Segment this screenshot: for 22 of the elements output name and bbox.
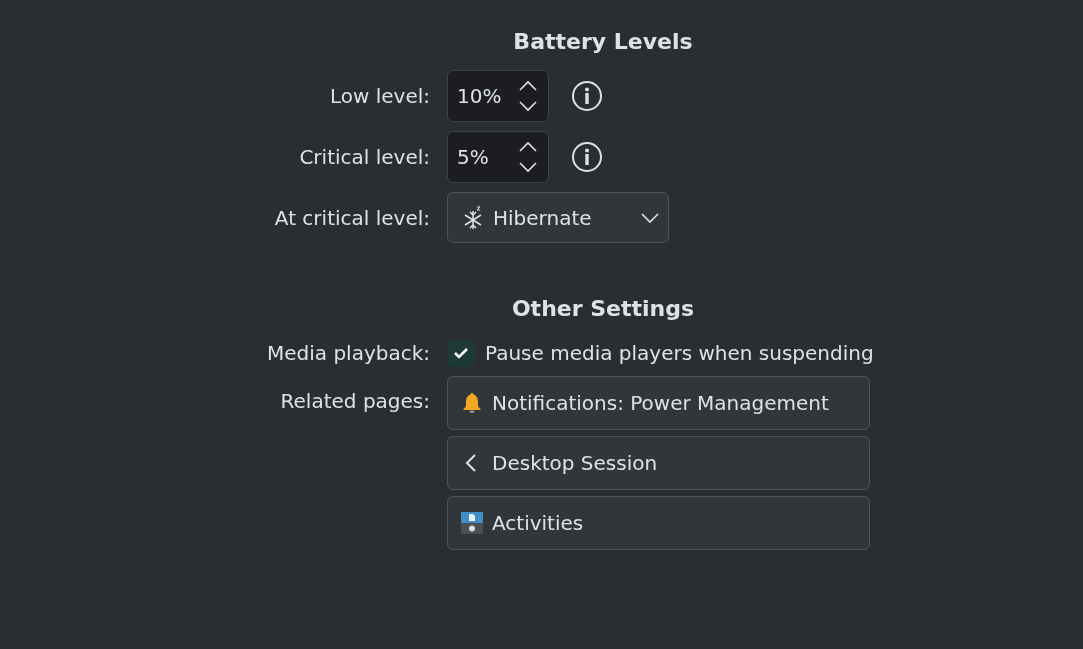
related-page-button[interactable]: Activities bbox=[447, 496, 870, 550]
info-icon bbox=[571, 141, 603, 173]
activities-icon bbox=[460, 511, 484, 535]
spin-box[interactable]: 10% bbox=[447, 70, 549, 122]
chevron-down-icon bbox=[640, 211, 660, 224]
info-icon bbox=[571, 80, 603, 112]
checkbox[interactable] bbox=[447, 339, 475, 367]
up-down-arrows-icon bbox=[518, 139, 538, 175]
checkbox-label: Pause media players when suspending bbox=[485, 341, 874, 365]
up-down-arrows-icon bbox=[518, 78, 538, 114]
related-page-button[interactable]: Notifications: Power Management bbox=[447, 376, 870, 430]
field-label: Related pages: bbox=[279, 388, 430, 413]
related-page-button[interactable]: Desktop Session bbox=[447, 436, 870, 490]
field-label: At critical level: bbox=[273, 205, 430, 230]
spin-box[interactable]: 5% bbox=[447, 131, 549, 183]
dropdown[interactable]: Hibernate bbox=[447, 192, 669, 243]
section-heading: Other Settings bbox=[510, 295, 696, 323]
section-heading: Battery Levels bbox=[512, 28, 694, 56]
field-label: Media playback: bbox=[265, 341, 430, 365]
bell-icon bbox=[460, 391, 484, 415]
field-label: Low level: bbox=[328, 84, 430, 108]
field-label: Critical level: bbox=[298, 145, 430, 169]
